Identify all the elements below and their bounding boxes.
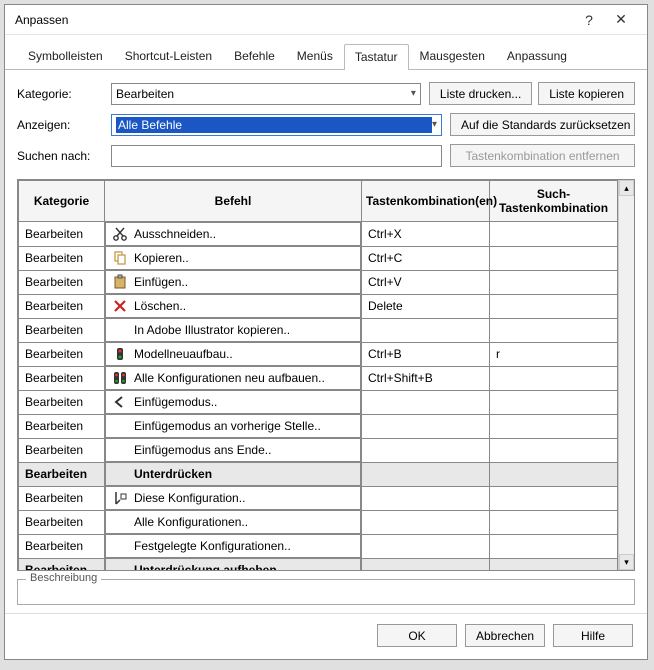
description-box: Beschreibung bbox=[17, 579, 635, 605]
table-row[interactable]: BearbeitenUnterdrücken bbox=[19, 462, 618, 486]
table-row[interactable]: BearbeitenModellneuaufbau..Ctrl+Br bbox=[19, 342, 618, 366]
help-icon[interactable]: ? bbox=[573, 12, 605, 28]
command-label: Einfügemodus.. bbox=[134, 395, 217, 409]
blank-icon bbox=[112, 442, 128, 458]
table-row[interactable]: BearbeitenLöschen..Delete bbox=[19, 294, 618, 318]
lights-icon bbox=[112, 370, 128, 386]
command-label: Einfügen.. bbox=[134, 275, 188, 289]
command-label: Festgelegte Konfigurationen.. bbox=[134, 539, 291, 553]
command-label: Kopieren.. bbox=[134, 251, 189, 265]
category-value: Bearbeiten bbox=[116, 87, 411, 101]
show-row: Anzeigen: Alle Befehle ▾ Auf die Standar… bbox=[17, 113, 635, 136]
command-label: Einfügemodus ans Ende.. bbox=[134, 443, 271, 457]
blank-icon bbox=[112, 466, 128, 482]
help-button[interactable]: Hilfe bbox=[553, 624, 633, 647]
scroll-down-icon[interactable]: ▾ bbox=[619, 554, 634, 570]
tab-befehle[interactable]: Befehle bbox=[223, 43, 286, 69]
table-row[interactable]: BearbeitenDiese Konfiguration.. bbox=[19, 486, 618, 510]
tab-shortcut-leisten[interactable]: Shortcut-Leisten bbox=[114, 43, 223, 69]
blank-icon bbox=[112, 514, 128, 530]
show-label: Anzeigen: bbox=[17, 118, 103, 132]
cut-icon bbox=[112, 226, 128, 242]
table-row[interactable]: BearbeitenUnterdrückung aufheben bbox=[19, 558, 618, 570]
cancel-button[interactable]: Abbrechen bbox=[465, 624, 545, 647]
tab-tastatur[interactable]: Tastatur bbox=[344, 44, 409, 70]
tab-symbolleisten[interactable]: Symbolleisten bbox=[17, 43, 114, 69]
shortcut-table-container: Kategorie Befehl Tastenkombination(en) S… bbox=[17, 179, 635, 571]
ok-button[interactable]: OK bbox=[377, 624, 457, 647]
reset-defaults-button[interactable]: Auf die Standards zurücksetzen bbox=[450, 113, 635, 136]
table-row[interactable]: BearbeitenFestgelegte Konfigurationen.. bbox=[19, 534, 618, 558]
col-command[interactable]: Befehl bbox=[105, 181, 362, 222]
command-label: Alle Konfigurationen neu aufbauen.. bbox=[134, 371, 325, 385]
customize-dialog: Anpassen ? ✕ SymbolleistenShortcut-Leist… bbox=[4, 4, 648, 660]
tab-mausgesten[interactable]: Mausgesten bbox=[409, 43, 496, 69]
description-label: Beschreibung bbox=[26, 572, 101, 584]
command-label: Ausschneiden.. bbox=[134, 227, 216, 241]
command-label: Unterdrückung aufheben bbox=[134, 563, 277, 570]
dialog-footer: OK Abbrechen Hilfe bbox=[5, 613, 647, 659]
show-value: Alle Befehle bbox=[116, 117, 432, 133]
command-label: Diese Konfiguration.. bbox=[134, 491, 245, 505]
blank-icon bbox=[112, 562, 128, 570]
category-row: Kategorie: Bearbeiten ▾ Liste drucken...… bbox=[17, 82, 635, 105]
chevron-down-icon: ▾ bbox=[411, 88, 416, 99]
copy-icon bbox=[112, 250, 128, 266]
col-search-shortcut[interactable]: Such-Tastenkombination bbox=[490, 181, 618, 222]
command-label: Einfügemodus an vorherige Stelle.. bbox=[134, 419, 321, 433]
table-row[interactable]: BearbeitenIn Adobe Illustrator kopieren.… bbox=[19, 318, 618, 342]
category-select[interactable]: Bearbeiten ▾ bbox=[111, 83, 421, 105]
light-icon bbox=[112, 346, 128, 362]
dialog-body: Kategorie: Bearbeiten ▾ Liste drucken...… bbox=[5, 70, 647, 613]
vertical-scrollbar[interactable]: ▴ ▾ bbox=[618, 180, 634, 570]
blank-icon bbox=[112, 418, 128, 434]
close-icon[interactable]: ✕ bbox=[605, 11, 637, 28]
remove-shortcut-button[interactable]: Tastenkombination entfernen bbox=[450, 144, 635, 167]
back-icon bbox=[112, 394, 128, 410]
table-row[interactable]: BearbeitenAlle Konfigurationen neu aufba… bbox=[19, 366, 618, 390]
table-row[interactable]: BearbeitenEinfügemodus an vorherige Stel… bbox=[19, 414, 618, 438]
search-input[interactable] bbox=[111, 145, 442, 167]
table-row[interactable]: BearbeitenAlle Konfigurationen.. bbox=[19, 510, 618, 534]
col-category[interactable]: Kategorie bbox=[19, 181, 105, 222]
table-row[interactable]: BearbeitenEinfügemodus.. bbox=[19, 390, 618, 414]
show-select[interactable]: Alle Befehle ▾ bbox=[111, 114, 442, 136]
blank-icon bbox=[112, 538, 128, 554]
tab-anpassung[interactable]: Anpassung bbox=[496, 43, 578, 69]
col-shortcut[interactable]: Tastenkombination(en) bbox=[362, 181, 490, 222]
copy-list-button[interactable]: Liste kopieren bbox=[538, 82, 635, 105]
table-row[interactable]: BearbeitenEinfügemodus ans Ende.. bbox=[19, 438, 618, 462]
config-icon bbox=[112, 490, 128, 506]
tab-menüs[interactable]: Menüs bbox=[286, 43, 344, 69]
chevron-down-icon: ▾ bbox=[432, 119, 437, 130]
table-row[interactable]: BearbeitenEinfügen..Ctrl+V bbox=[19, 270, 618, 294]
window-title: Anpassen bbox=[15, 13, 573, 27]
table-row[interactable]: BearbeitenAusschneiden..Ctrl+X bbox=[19, 222, 618, 247]
command-label: Alle Konfigurationen.. bbox=[134, 515, 248, 529]
tab-strip: SymbolleistenShortcut-LeistenBefehleMenü… bbox=[5, 35, 647, 70]
command-label: Unterdrücken bbox=[134, 467, 212, 481]
paste-icon bbox=[112, 274, 128, 290]
command-label: Löschen.. bbox=[134, 299, 186, 313]
delete-icon bbox=[112, 298, 128, 314]
print-list-button[interactable]: Liste drucken... bbox=[429, 82, 532, 105]
search-row: Suchen nach: Tastenkombination entfernen bbox=[17, 144, 635, 167]
scroll-up-icon[interactable]: ▴ bbox=[619, 180, 634, 196]
shortcut-table: Kategorie Befehl Tastenkombination(en) S… bbox=[18, 180, 618, 570]
search-label: Suchen nach: bbox=[17, 149, 103, 163]
table-row[interactable]: BearbeitenKopieren..Ctrl+C bbox=[19, 246, 618, 270]
titlebar: Anpassen ? ✕ bbox=[5, 5, 647, 35]
blank-icon bbox=[112, 322, 128, 338]
command-label: Modellneuaufbau.. bbox=[134, 347, 233, 361]
category-label: Kategorie: bbox=[17, 87, 103, 101]
command-label: In Adobe Illustrator kopieren.. bbox=[134, 323, 290, 337]
